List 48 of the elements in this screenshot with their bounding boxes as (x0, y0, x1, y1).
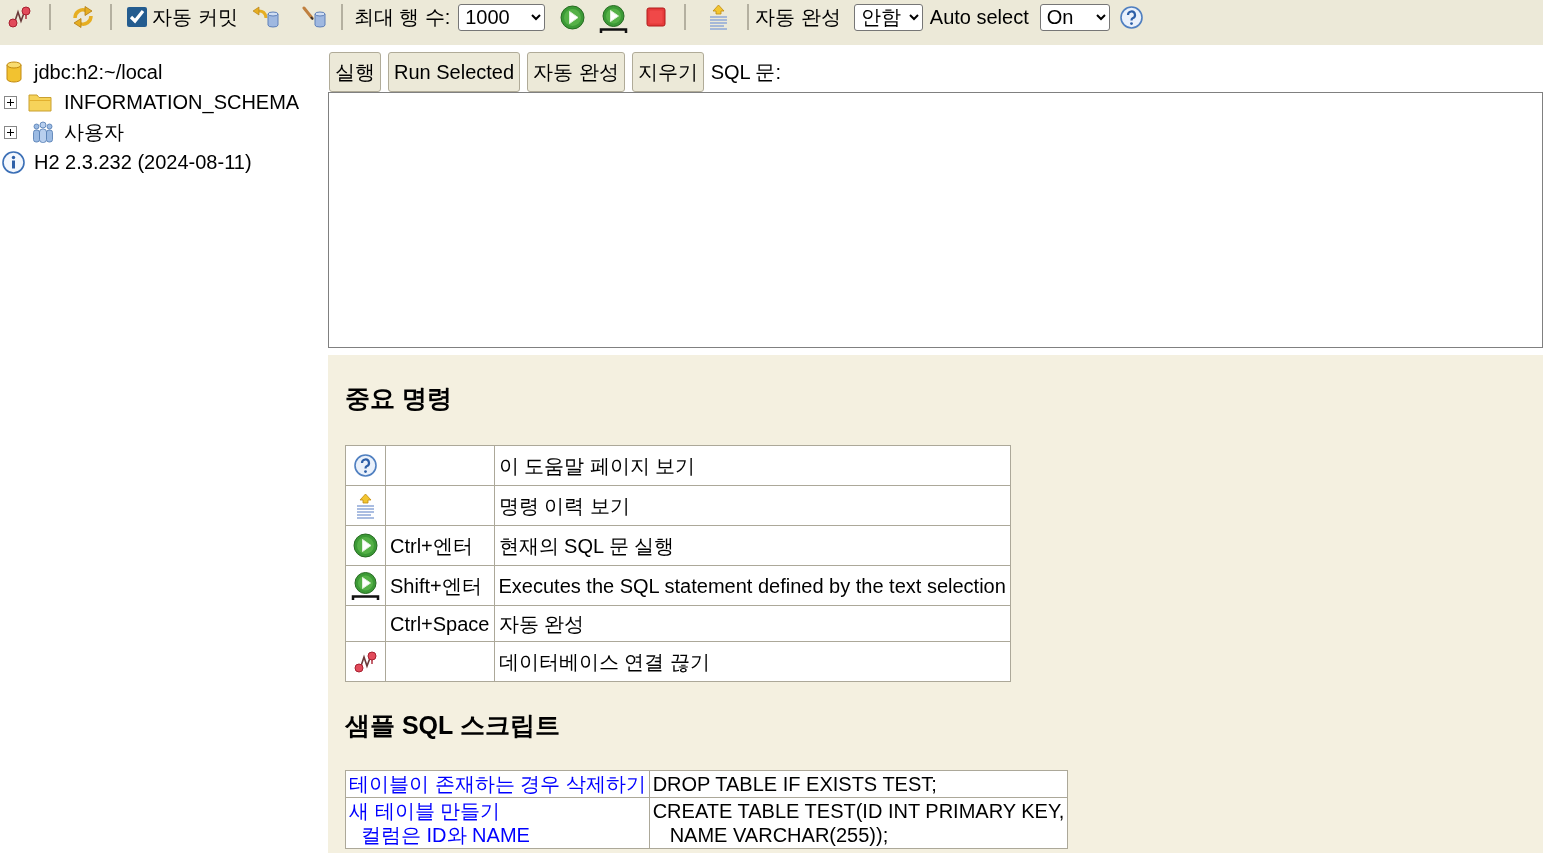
autocomplete-dropdown[interactable]: 안함 (853, 3, 923, 31)
help-icon[interactable] (1119, 5, 1143, 29)
run-button[interactable]: 실행 (329, 52, 381, 92)
version-label: H2 2.3.232 (2024-08-11) (34, 150, 252, 174)
section-heading: 샘플 SQL 스크립트 (345, 710, 561, 740)
info-icon (2, 150, 25, 174)
description-cell: 이 도움말 페이지 보기 (494, 445, 1011, 486)
play-icon[interactable] (560, 4, 586, 30)
auto-select-label: Auto select (929, 5, 1029, 29)
pencil-cylinder-icon[interactable] (300, 6, 327, 28)
expand-icon[interactable] (4, 95, 17, 109)
shortcut-cell: Shift+엔터 (385, 565, 494, 606)
people-icon (32, 121, 54, 143)
description-cell: 현재의 SQL 문 실행 (494, 525, 1011, 566)
description-cell: 자동 완성 (494, 605, 1011, 642)
arrow-cylinder-icon[interactable] (251, 6, 280, 28)
sql-cell: CREATE TABLE TEST(ID INT PRIMARY KEY, NAME VARCHAR(255)); (649, 797, 1068, 849)
play-icon (353, 533, 378, 558)
section-heading: 중요 명령 (345, 383, 453, 413)
play-bracket-icon (351, 570, 380, 601)
shortcut-cell: Ctrl+Space (385, 605, 494, 642)
auto-commit-label: 자동 커밋 (152, 4, 238, 30)
description-cell: Executes the SQL statement defined by the text selection (494, 565, 1011, 606)
broken-link-icon (354, 650, 377, 673)
tree-node-label[interactable]: INFORMATION_SCHEMA (64, 90, 300, 114)
tree-node-label[interactable]: jdbc:h2:~/local (34, 60, 163, 84)
database-icon (6, 61, 22, 83)
auto-select-dropdown[interactable]: On (1039, 3, 1110, 31)
shortcut-cell: Ctrl+엔터 (385, 525, 494, 566)
play-bracket-icon[interactable] (599, 4, 629, 34)
sql-cell: DROP TABLE IF EXISTS TEST; (649, 770, 1068, 798)
auto-commit-checkbox[interactable] (127, 7, 147, 27)
help-icon (354, 454, 377, 477)
tree-node-label[interactable]: 사용자 (64, 118, 124, 146)
clear-button[interactable]: 지우기 (631, 52, 704, 92)
max-rows-label: 최대 행 수: (353, 4, 451, 30)
folder-icon (28, 92, 52, 112)
run-selected-button[interactable]: Run Selected (388, 52, 521, 92)
arrow-lines-icon (354, 492, 377, 519)
stop-icon[interactable] (646, 7, 667, 27)
sql-label: SQL 문: (710, 59, 782, 85)
description-cell: 데이터베이스 연결 끊기 (494, 641, 1011, 682)
max-rows-dropdown[interactable]: 1000 (458, 3, 546, 31)
expand-icon[interactable] (4, 125, 17, 139)
broken-link-icon[interactable] (8, 6, 31, 28)
autocomplete-label: 자동 완성 (755, 4, 841, 30)
autocomplete-button[interactable]: 자동 완성 (527, 52, 625, 92)
description-cell: 명령 이력 보기 (494, 485, 1011, 526)
